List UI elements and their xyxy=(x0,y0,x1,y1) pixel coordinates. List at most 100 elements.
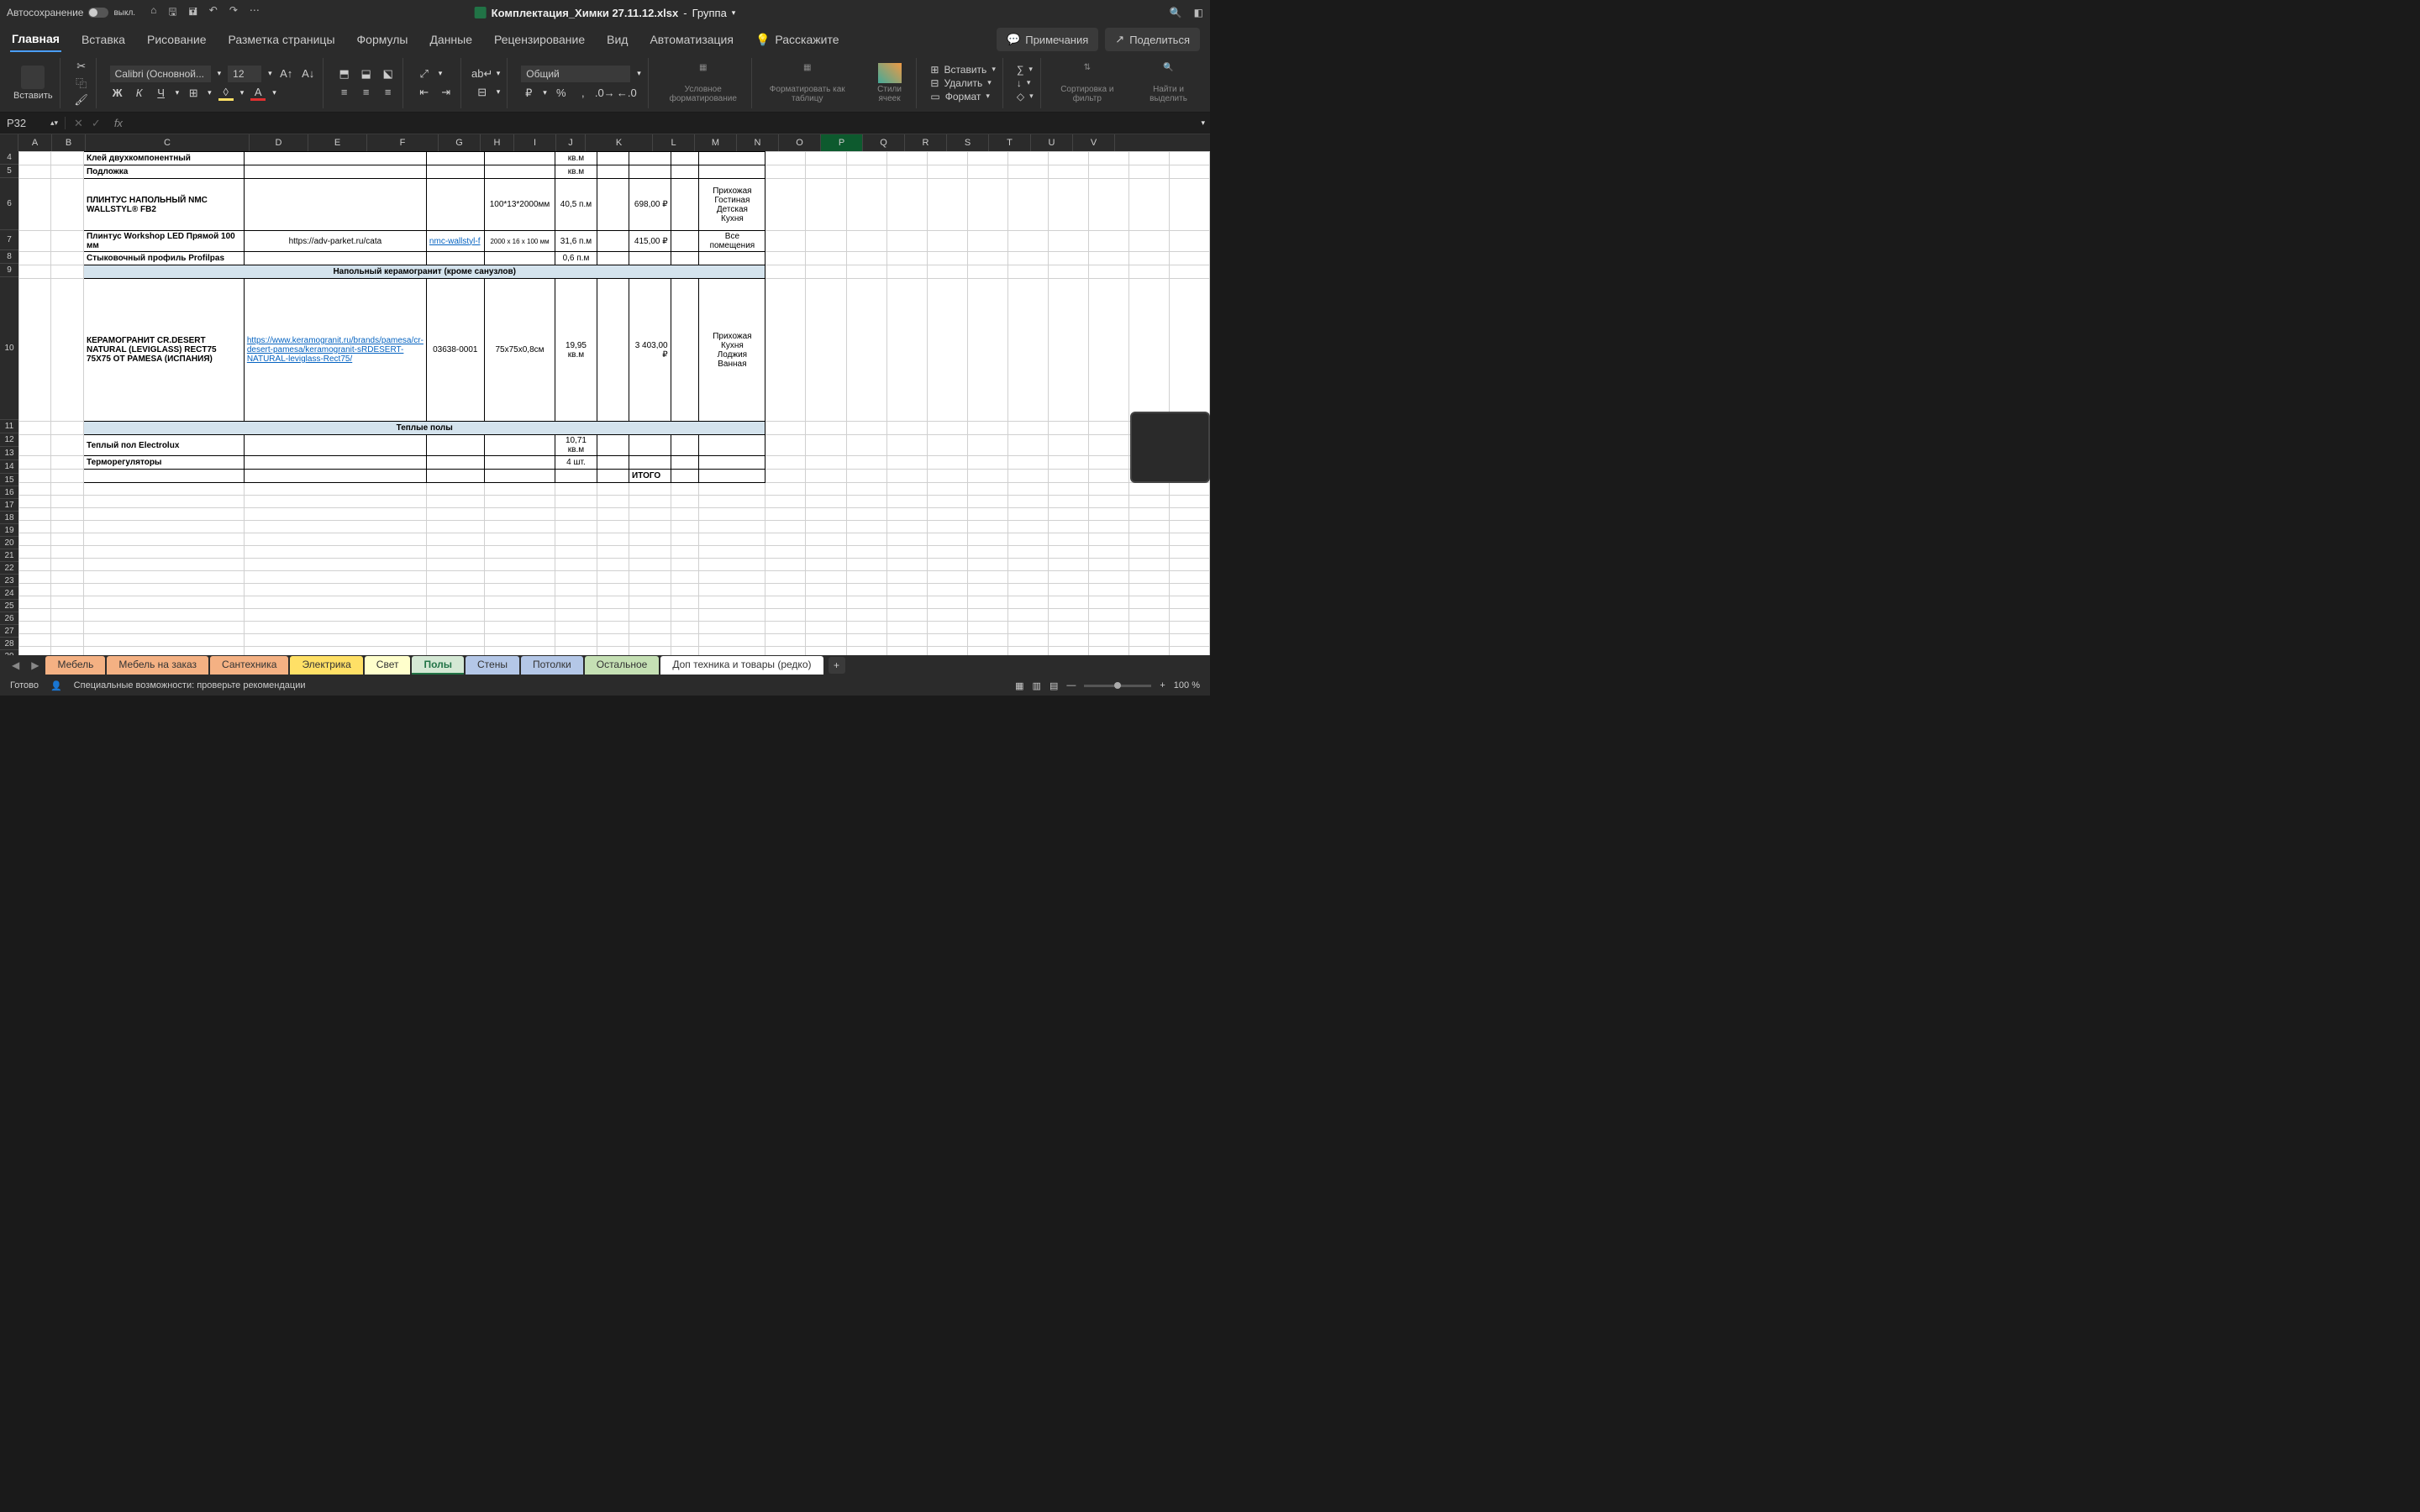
col-header-I[interactable]: I xyxy=(514,134,556,151)
view-break-icon[interactable]: ▤ xyxy=(1050,680,1058,691)
align-middle-icon[interactable]: ⬓ xyxy=(359,66,374,81)
tab-nav-prev[interactable]: ◀ xyxy=(7,659,24,671)
indent-decrease-icon[interactable]: ⇤ xyxy=(417,85,432,100)
row-header-4[interactable]: 4 xyxy=(0,151,18,165)
col-header-J[interactable]: J xyxy=(556,134,586,151)
row-header-17[interactable]: 17 xyxy=(0,499,18,512)
row-header-24[interactable]: 24 xyxy=(0,587,18,600)
merge-icon[interactable]: ⊟ xyxy=(475,85,490,100)
save-icon[interactable]: 🖫 xyxy=(168,4,176,22)
underline-icon[interactable]: Ч xyxy=(154,86,169,101)
col-header-F[interactable]: F xyxy=(367,134,439,151)
chevron-down-icon[interactable]: ▾ xyxy=(218,69,222,78)
chevron-down-icon[interactable]: ▾ xyxy=(268,69,272,78)
formula-input[interactable] xyxy=(128,117,1197,129)
tab-insert[interactable]: Вставка xyxy=(80,28,127,51)
chevron-down-icon[interactable]: ▾ xyxy=(987,78,992,87)
ribbon-options-icon[interactable]: ◧ xyxy=(1194,7,1203,18)
zoom-in-icon[interactable]: + xyxy=(1160,680,1165,690)
tab-nav-next[interactable]: ▶ xyxy=(26,659,44,671)
name-box[interactable]: P32▴▾ xyxy=(0,117,66,129)
currency-icon[interactable]: ₽ xyxy=(521,86,536,101)
tab-home[interactable]: Главная xyxy=(10,27,61,52)
home-icon[interactable]: ⌂ xyxy=(150,4,156,22)
more-icon[interactable]: ⋯ xyxy=(250,4,260,22)
col-header-A[interactable]: A xyxy=(18,134,52,151)
sheet-tab[interactable]: Потолки xyxy=(521,656,583,675)
cut-icon[interactable]: ✂ xyxy=(74,59,89,74)
align-right-icon[interactable]: ≡ xyxy=(381,85,396,100)
row-header-21[interactable]: 21 xyxy=(0,549,18,562)
row-header-8[interactable]: 8 xyxy=(0,250,18,264)
sheet-tab[interactable]: Остальное xyxy=(585,656,660,675)
zoom-out-icon[interactable]: — xyxy=(1066,680,1076,690)
col-header-U[interactable]: U xyxy=(1031,134,1073,151)
col-header-R[interactable]: R xyxy=(905,134,947,151)
tab-data[interactable]: Данные xyxy=(428,28,474,51)
save-as-icon[interactable]: 🖬 xyxy=(189,4,197,22)
comments-button[interactable]: 💬Примечания xyxy=(997,28,1098,51)
percent-icon[interactable]: % xyxy=(554,86,569,101)
orientation-icon[interactable]: ⤢ xyxy=(417,66,432,81)
sheet-tab[interactable]: Свет xyxy=(365,656,411,675)
chevron-down-icon[interactable]: ▾ xyxy=(732,8,736,18)
fill-button[interactable]: ↓▾ xyxy=(1017,77,1034,89)
shrink-font-icon[interactable]: A↓ xyxy=(301,66,316,81)
find-select-button[interactable]: 🔍Найти и выделить xyxy=(1140,63,1197,103)
col-header-E[interactable]: E xyxy=(308,134,367,151)
sheet-tab[interactable]: Стены xyxy=(466,656,519,675)
align-left-icon[interactable]: ≡ xyxy=(337,85,352,100)
col-header-T[interactable]: T xyxy=(989,134,1031,151)
col-header-K[interactable]: K xyxy=(586,134,653,151)
cell-styles-button[interactable]: Стили ячеек xyxy=(870,63,910,103)
confirm-icon[interactable]: ✓ xyxy=(92,117,101,130)
insert-cells-button[interactable]: ⊞Вставить▾ xyxy=(930,64,995,76)
delete-cells-button[interactable]: ⊟Удалить▾ xyxy=(930,77,995,89)
increase-decimal-icon[interactable]: .0→ xyxy=(597,86,613,101)
row-header-11[interactable]: 11 xyxy=(0,420,18,433)
row-header-23[interactable]: 23 xyxy=(0,575,18,587)
col-header-M[interactable]: M xyxy=(695,134,737,151)
number-format-select[interactable] xyxy=(521,66,630,82)
clear-button[interactable]: ◇▾ xyxy=(1017,91,1034,102)
view-layout-icon[interactable]: ▥ xyxy=(1033,680,1041,691)
toggle-icon[interactable] xyxy=(88,8,108,18)
sheet-tab[interactable]: Полы xyxy=(412,656,464,675)
chevron-down-icon[interactable]: ▾ xyxy=(439,69,443,78)
row-header-25[interactable]: 25 xyxy=(0,600,18,612)
row-header-16[interactable]: 16 xyxy=(0,486,18,499)
preview-thumbnail[interactable] xyxy=(1130,412,1210,483)
share-button[interactable]: ↗Поделиться xyxy=(1105,28,1200,51)
col-header-O[interactable]: O xyxy=(779,134,821,151)
spreadsheet-grid[interactable]: ABCDEFGHIJKLMNOPQRSTUV 45678910111213141… xyxy=(0,134,1210,655)
chevron-down-icon[interactable]: ▾ xyxy=(543,88,547,97)
align-center-icon[interactable]: ≡ xyxy=(359,85,374,100)
col-header-D[interactable]: D xyxy=(250,134,308,151)
copy-icon[interactable]: ⿻ xyxy=(74,76,89,91)
autosum-button[interactable]: ∑▾ xyxy=(1017,64,1034,76)
font-color-icon[interactable]: А xyxy=(250,86,266,101)
cells-table[interactable]: Клей двухкомпонентныйкв.мПодложкакв.мПЛИ… xyxy=(18,151,1210,655)
fx-label[interactable]: fx xyxy=(109,117,128,129)
row-header-6[interactable]: 6 xyxy=(0,178,18,230)
row-header-14[interactable]: 14 xyxy=(0,460,18,474)
format-as-table-button[interactable]: ▦Форматировать как таблицу xyxy=(765,63,850,103)
tab-layout[interactable]: Разметка страницы xyxy=(227,28,337,51)
row-header-22[interactable]: 22 xyxy=(0,562,18,575)
sheet-tab[interactable]: Доп техника и товары (редко) xyxy=(660,656,823,675)
undo-icon[interactable]: ↶ xyxy=(209,4,218,22)
decrease-decimal-icon[interactable]: ←.0 xyxy=(619,86,634,101)
col-header-P[interactable]: P xyxy=(821,134,863,151)
indent-increase-icon[interactable]: ⇥ xyxy=(439,85,454,100)
row-header-10[interactable]: 10 xyxy=(0,277,18,420)
status-accessibility[interactable]: Специальные возможности: проверьте реком… xyxy=(74,680,306,690)
chevron-down-icon[interactable]: ▾ xyxy=(497,69,501,78)
tab-view[interactable]: Вид xyxy=(605,28,629,51)
chevron-down-icon[interactable]: ▾ xyxy=(992,65,996,74)
chevron-down-icon[interactable]: ▾ xyxy=(176,88,180,97)
chevron-down-icon[interactable]: ▾ xyxy=(986,92,990,101)
chevron-down-icon[interactable]: ▾ xyxy=(1196,118,1210,128)
row-header-19[interactable]: 19 xyxy=(0,524,18,537)
col-header-G[interactable]: G xyxy=(439,134,481,151)
col-header-N[interactable]: N xyxy=(737,134,779,151)
